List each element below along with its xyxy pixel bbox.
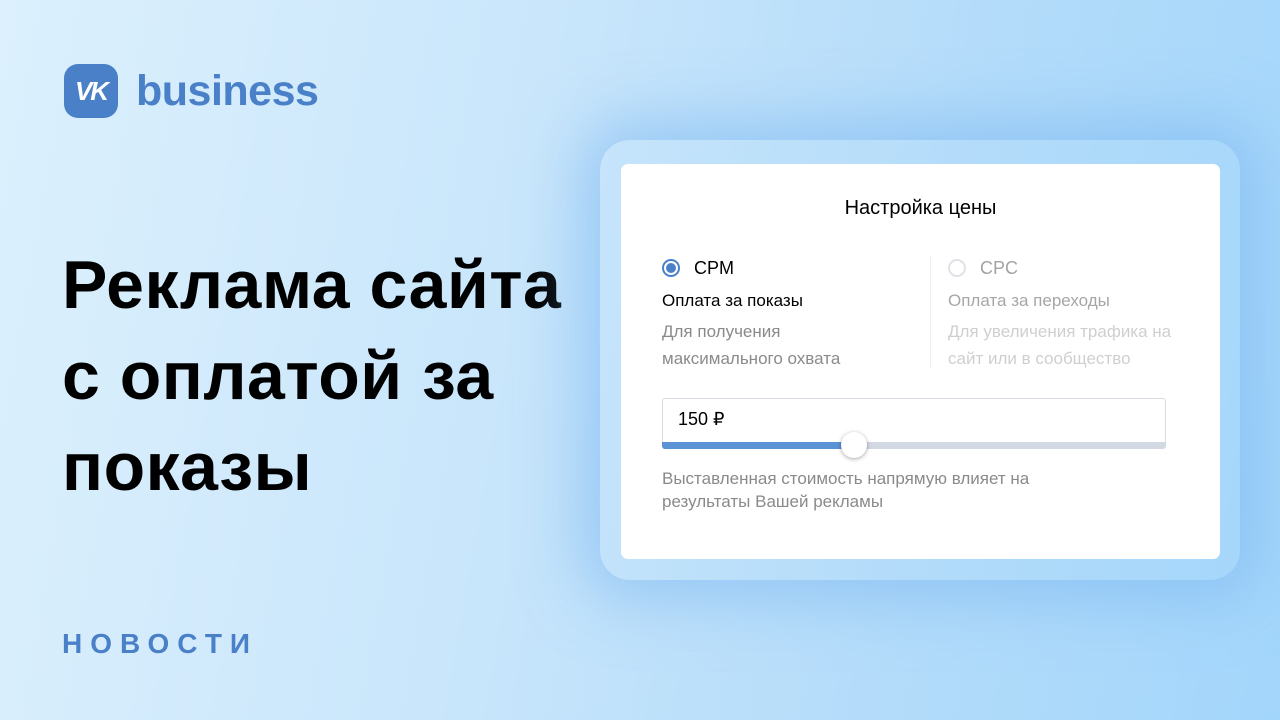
- option-description: Для получения максимального охвата: [662, 322, 841, 368]
- brand-name: business: [136, 66, 319, 115]
- card-title: Настройка цены: [844, 197, 997, 219]
- price-value: 150 ₽: [678, 409, 725, 429]
- price-slider[interactable]: [662, 432, 1166, 458]
- price-hint: Выставленная стоимость напрямую влияет н…: [662, 469, 1030, 511]
- slider-fill: [662, 442, 854, 449]
- slider-thumb[interactable]: [840, 432, 867, 458]
- option-cpc[interactable]: CPC Оплата за переходы Для увеличения тр…: [948, 256, 1208, 372]
- vk-business-logo: VK business: [64, 64, 319, 118]
- price-input[interactable]: 150 ₽: [662, 398, 1166, 448]
- radio-selected-dot: [666, 263, 676, 273]
- option-subtitle: Оплата за переходы: [948, 291, 1110, 310]
- options-divider: [930, 256, 931, 368]
- radio-cpm[interactable]: [662, 259, 680, 277]
- headline: Реклама сайта с оплатой за показы: [62, 247, 562, 505]
- section-label: НОВОСТИ: [62, 628, 259, 659]
- option-name: CPM: [694, 257, 734, 278]
- option-description: Для увеличения трафика на сайт или в соо…: [948, 322, 1172, 368]
- option-name: CPC: [980, 257, 1019, 278]
- vk-logo-icon: VK: [64, 64, 118, 118]
- price-settings-card: Настройка цены CPM Оплата за показы Для …: [621, 164, 1220, 559]
- option-subtitle: Оплата за показы: [662, 291, 803, 310]
- option-cpm[interactable]: CPM Оплата за показы Для получения макси…: [662, 256, 922, 372]
- radio-cpc[interactable]: [948, 259, 966, 277]
